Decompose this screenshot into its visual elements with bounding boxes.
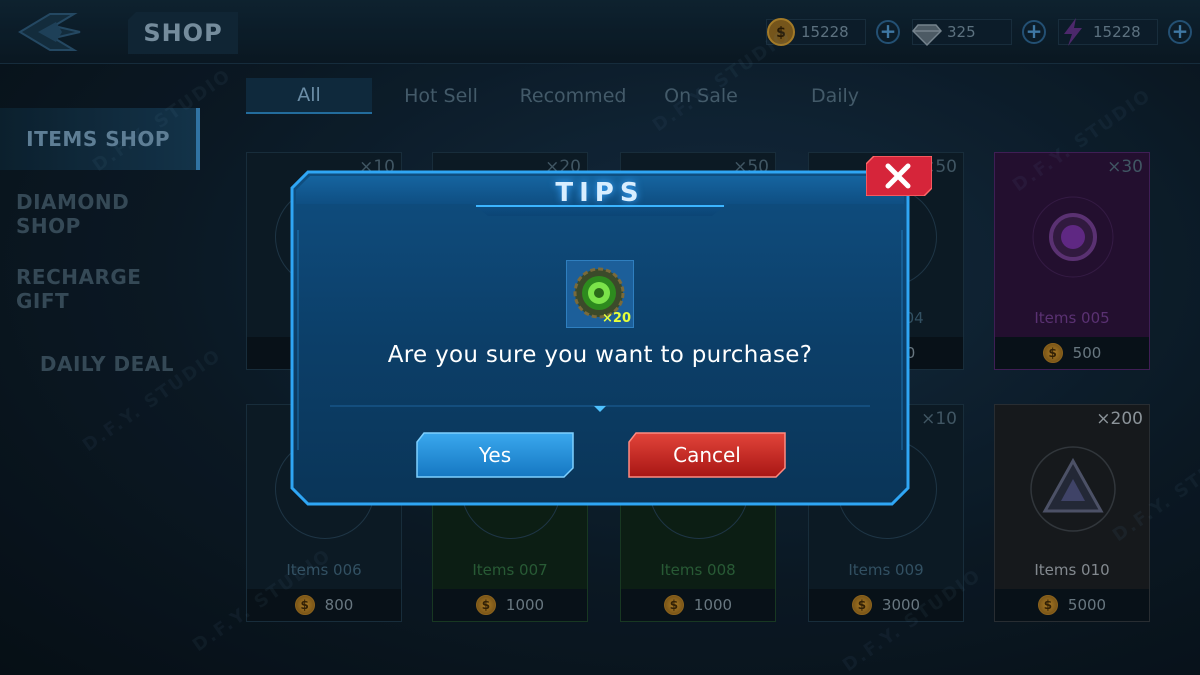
close-icon bbox=[865, 155, 933, 197]
cancel-button[interactable]: Cancel bbox=[628, 432, 786, 478]
purchase-item-thumbnail: ×20 bbox=[566, 260, 634, 328]
yes-button[interactable]: Yes bbox=[416, 432, 574, 478]
dialog-title: TIPS bbox=[555, 178, 645, 208]
yes-button-label: Yes bbox=[478, 443, 512, 467]
purchase-item-quantity: ×20 bbox=[602, 311, 631, 326]
dialog-frame bbox=[290, 170, 910, 506]
confirm-message: Are you sure you want to purchase? bbox=[387, 342, 813, 368]
cancel-button-label: Cancel bbox=[673, 443, 741, 467]
purchase-confirm-dialog: TIPS bbox=[290, 170, 910, 506]
close-dialog-button[interactable] bbox=[865, 155, 933, 197]
